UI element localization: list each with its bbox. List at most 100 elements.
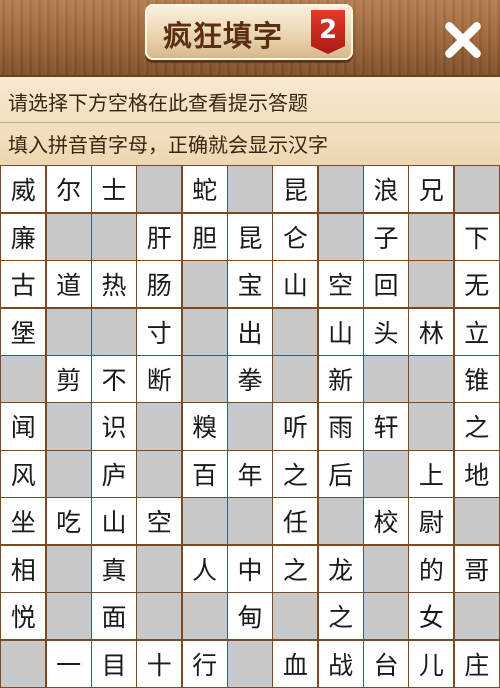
grid-cell[interactable]: 任 xyxy=(273,498,318,545)
grid-cell[interactable]: 雨 xyxy=(318,403,363,450)
grid-cell[interactable]: 拳 xyxy=(227,355,273,403)
grid-cell[interactable]: 威 xyxy=(1,166,46,213)
grid-cell[interactable]: 悦 xyxy=(1,593,46,640)
grid-cell[interactable]: 风 xyxy=(1,450,46,498)
grid-cell[interactable]: 空 xyxy=(318,261,363,308)
grid-cell[interactable]: 堡 xyxy=(1,308,46,355)
grid-cell[interactable]: 台 xyxy=(363,640,409,687)
grid-cell[interactable]: 上 xyxy=(409,450,454,498)
grid-cell[interactable]: 行 xyxy=(182,640,227,687)
grid-cell[interactable]: 出 xyxy=(227,308,273,355)
grid-cell[interactable]: 哥 xyxy=(454,545,499,592)
grid-cell[interactable]: 山 xyxy=(273,261,318,308)
grid-cell[interactable]: 空 xyxy=(137,498,182,545)
grid-cell[interactable]: 年 xyxy=(227,450,273,498)
grid-cell[interactable]: 廉 xyxy=(1,213,46,260)
grid-cell[interactable]: 宝 xyxy=(227,261,273,308)
grid-cell[interactable]: 锥 xyxy=(454,355,499,403)
grid-cell[interactable]: 识 xyxy=(91,403,137,450)
grid-cell[interactable]: 剪 xyxy=(46,355,91,403)
hint-line-2: 填入拼音首字母，正确就会显示汉字 xyxy=(8,133,328,157)
grid-cell[interactable]: 子 xyxy=(363,213,409,260)
grid-cell[interactable]: 胆 xyxy=(182,213,227,260)
grid-cell[interactable]: 庄 xyxy=(454,640,499,687)
grid-cell[interactable]: 吃 xyxy=(46,498,91,545)
grid-cell[interactable]: 回 xyxy=(363,261,409,308)
grid-cell-blocked xyxy=(273,355,318,403)
grid-cell[interactable]: 无 xyxy=(454,261,499,308)
grid-cell-blocked xyxy=(182,308,227,355)
grid-cell[interactable]: 头 xyxy=(363,308,409,355)
grid-cell[interactable]: 女 xyxy=(409,593,454,640)
grid-cell[interactable]: 目 xyxy=(91,640,137,687)
grid-cell-blocked xyxy=(137,166,182,213)
grid-cell[interactable]: 兄 xyxy=(409,166,454,213)
grid-cell[interactable]: 浪 xyxy=(363,166,409,213)
grid-cell[interactable]: 新 xyxy=(318,355,363,403)
grid-cell[interactable]: 的 xyxy=(409,545,454,592)
grid-cell[interactable]: 昆 xyxy=(227,213,273,260)
grid-cell[interactable]: 面 xyxy=(91,593,137,640)
grid-cell[interactable]: 肝 xyxy=(137,213,182,260)
grid-cell-blocked xyxy=(46,403,91,450)
game-title-plate: 疯狂填字 2 xyxy=(145,4,353,60)
grid-cell-blocked xyxy=(182,593,227,640)
grid-cell[interactable]: 听 xyxy=(273,403,318,450)
grid-cell[interactable]: 古 xyxy=(1,261,46,308)
grid-cell[interactable]: 立 xyxy=(454,308,499,355)
grid-cell[interactable]: 肠 xyxy=(137,261,182,308)
grid-cell[interactable]: 十 xyxy=(137,640,182,687)
grid-cell[interactable]: 中 xyxy=(227,545,273,592)
grid-cell[interactable]: 校 xyxy=(363,498,409,545)
grid-cell[interactable]: 之 xyxy=(273,545,318,592)
grid-cell-blocked xyxy=(137,545,182,592)
top-bar: 疯狂填字 2 xyxy=(0,0,500,75)
grid-cell[interactable]: 闻 xyxy=(1,403,46,450)
grid-cell-blocked xyxy=(46,213,91,260)
grid-cell[interactable]: 尉 xyxy=(409,498,454,545)
grid-cell[interactable]: 战 xyxy=(318,640,363,687)
grid-cell[interactable]: 百 xyxy=(182,450,227,498)
grid-cell[interactable]: 士 xyxy=(91,166,137,213)
grid-cell[interactable]: 之 xyxy=(318,593,363,640)
grid-cell[interactable]: 热 xyxy=(91,261,137,308)
grid-cell[interactable]: 道 xyxy=(46,261,91,308)
grid-cell[interactable]: 坐 xyxy=(1,498,46,545)
grid-cell[interactable]: 一 xyxy=(46,640,91,687)
game-title: 疯狂填字 xyxy=(163,19,284,53)
grid-cell[interactable]: 蛇 xyxy=(182,166,227,213)
grid-cell[interactable]: 儿 xyxy=(409,640,454,687)
grid-cell-blocked xyxy=(1,640,46,687)
grid-cell-blocked xyxy=(454,166,499,213)
grid-cell[interactable]: 不 xyxy=(91,355,137,403)
grid-cell[interactable]: 龙 xyxy=(318,545,363,592)
grid-cell[interactable]: 尔 xyxy=(46,166,91,213)
grid-cell[interactable]: 昆 xyxy=(273,166,318,213)
grid-cell[interactable]: 山 xyxy=(318,308,363,355)
grid-cell[interactable]: 山 xyxy=(91,498,137,545)
grid-cell[interactable]: 林 xyxy=(409,308,454,355)
grid-cell-blocked xyxy=(318,498,363,545)
grid-cell[interactable]: 地 xyxy=(454,450,499,498)
grid-cell-blocked xyxy=(318,166,363,213)
close-button[interactable] xyxy=(437,14,489,66)
grid-cell-blocked xyxy=(409,213,454,260)
grid-cell[interactable]: 甸 xyxy=(227,593,273,640)
grid-cell[interactable]: 后 xyxy=(318,450,363,498)
grid-cell[interactable]: 之 xyxy=(273,450,318,498)
grid-cell[interactable]: 仑 xyxy=(273,213,318,260)
grid-cell[interactable]: 糗 xyxy=(182,403,227,450)
grid-cell[interactable]: 真 xyxy=(91,545,137,592)
grid-cell[interactable]: 相 xyxy=(1,545,46,592)
grid-cell[interactable]: 人 xyxy=(182,545,227,592)
grid-cell[interactable]: 之 xyxy=(454,403,499,450)
grid-cell[interactable]: 庐 xyxy=(91,450,137,498)
grid-cell-blocked xyxy=(318,213,363,260)
grid-cell[interactable]: 寸 xyxy=(137,308,182,355)
grid-cell-blocked xyxy=(46,308,91,355)
grid-cell[interactable]: 血 xyxy=(273,640,318,687)
grid-cell[interactable]: 轩 xyxy=(363,403,409,450)
grid-cell[interactable]: 断 xyxy=(137,355,182,403)
grid-cell[interactable]: 下 xyxy=(454,213,499,260)
grid-cell-blocked xyxy=(409,355,454,403)
